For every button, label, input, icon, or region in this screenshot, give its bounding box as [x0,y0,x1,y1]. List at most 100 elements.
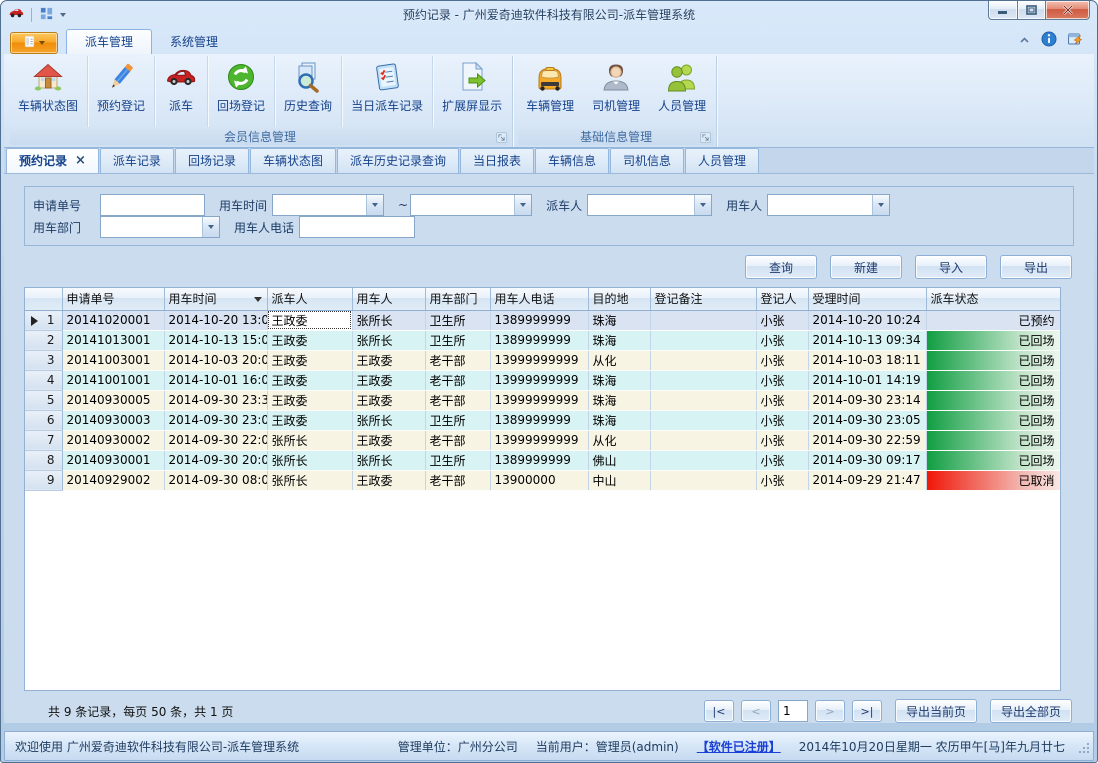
feedback-icon[interactable] [1067,31,1084,50]
ribbon-button-extend-screen[interactable]: 扩展屏显示 [433,56,511,127]
car-user-combo[interactable] [767,194,890,216]
maximize-button[interactable] [1018,1,1046,20]
first-page-button[interactable]: |< [704,700,734,722]
close-button[interactable] [1046,1,1090,20]
cell: 珠海 [588,390,650,410]
table-row[interactable]: 9201409290022014-09-30 08:00张所长王政委老干部139… [25,470,1060,490]
request-no-input[interactable] [100,194,205,216]
ribbon-button-checklist[interactable]: 当日派车记录 [342,56,433,127]
ribbon-button-driver[interactable]: 司机管理 [583,56,649,127]
import-button[interactable]: 导入 [915,255,987,279]
export-all-pages-button[interactable]: 导出全部页 [990,699,1072,723]
query-button[interactable]: 查询 [745,255,817,279]
column-header[interactable]: 用车人电话 [490,288,588,310]
ribbon-button-house[interactable]: 车辆状态图 [9,56,88,127]
chevron-down-icon[interactable] [694,195,711,215]
table-row[interactable]: 1201410200012014-10-20 13:00王政委张所长卫生所138… [25,310,1060,330]
ribbon-button-red-car[interactable]: 派车 [155,56,208,127]
doc-tab[interactable]: 回场记录 [175,148,249,173]
ribbon-tab[interactable]: 派车管理 [66,29,152,54]
doc-tab[interactable]: 车辆信息 [535,148,609,173]
table-row[interactable]: 5201409300052014-09-30 23:30王政委王政委老干部139… [25,390,1060,410]
doc-tab[interactable]: 派车记录 [100,148,174,173]
doc-tab[interactable]: 派车历史记录查询 [337,148,459,173]
ribbon-button-pencil[interactable]: 预约登记 [88,56,155,127]
resize-grip[interactable] [1078,742,1090,757]
use-time-to-combo[interactable] [410,194,532,216]
status-badge: 已取消 [927,471,1060,490]
row-indicator: 7 [25,430,62,450]
ribbon-button-history-search[interactable]: 历史查询 [275,56,342,127]
cell: 张所长 [267,430,352,450]
table-row[interactable]: 3201410030012014-10-03 20:00王政委王政委老干部139… [25,350,1060,370]
cell: 1389999999 [490,310,588,330]
doc-tab[interactable]: 司机信息 [610,148,684,173]
column-header[interactable]: 受理时间 [808,288,926,310]
table-row[interactable]: 6201409300032014-09-30 23:00王政委张所长卫生所138… [25,410,1060,430]
cell: 王政委 [352,470,425,490]
doc-tab-label: 司机信息 [623,152,671,169]
ribbon-button-people[interactable]: 人员管理 [649,56,715,127]
next-page-button[interactable]: > [815,700,845,722]
doc-tab-label: 预约记录 [19,152,67,169]
cell [650,350,756,370]
cell: 1389999999 [490,410,588,430]
new-button[interactable]: 新建 [830,255,902,279]
export-button[interactable]: 导出 [1000,255,1072,279]
chevron-down-icon[interactable] [872,195,889,215]
row-indicator: 6 [25,410,62,430]
table-row[interactable]: 4201410010012014-10-01 16:00王政委王政委老干部139… [25,370,1060,390]
application-menu-button[interactable] [10,32,58,54]
prev-page-button[interactable]: < [741,700,771,722]
doc-tab[interactable]: 当日报表 [460,148,534,173]
table-row[interactable]: 7201409300022014-09-30 22:00张所长王政委老干部139… [25,430,1060,450]
window-title: 预约记录 - 广州爱奇迪软件科技有限公司-派车管理系统 [4,6,1094,23]
department-combo[interactable] [100,216,220,238]
info-icon[interactable] [1041,31,1057,50]
chevron-down-icon[interactable] [202,217,219,237]
column-header[interactable]: 登记人 [756,288,808,310]
sort-arrow-icon[interactable] [254,297,262,302]
user-phone-input[interactable] [299,216,415,238]
column-header[interactable]: 派车状态 [926,288,1060,310]
ribbon-button-recycle[interactable]: 回场登记 [208,56,275,127]
use-time-from-combo[interactable] [272,194,384,216]
doc-tab[interactable]: 车辆状态图 [250,148,336,173]
minimize-button[interactable] [988,1,1018,20]
column-header[interactable]: 用车部门 [425,288,490,310]
close-tab-icon[interactable]: × [75,156,86,166]
doc-tab-label: 人员管理 [698,152,746,169]
column-header[interactable]: 申请单号 [62,288,164,310]
ribbon-button-taxi[interactable]: 车辆管理 [517,56,583,127]
layout-grid-icon[interactable] [39,6,54,24]
column-header[interactable]: 用车时间 [164,288,267,310]
license-registered-link[interactable]: 【软件已注册】 [697,738,781,755]
dispatcher-combo[interactable] [587,194,712,216]
page-number-input[interactable] [778,700,808,722]
dialog-launcher-icon[interactable] [700,132,711,143]
chevron-down-icon[interactable] [514,195,531,215]
cell: 小张 [756,410,808,430]
doc-tab[interactable]: 预约记录 × [6,148,99,173]
filter-label: 用车人电话 [234,219,294,236]
chevron-down-icon[interactable] [366,195,383,215]
last-page-button[interactable]: >| [852,700,882,722]
table-row[interactable]: 8201409300012014-09-30 20:00张所长张所长卫生所138… [25,450,1060,470]
column-header[interactable]: 用车人 [352,288,425,310]
export-current-page-button[interactable]: 导出当前页 [895,699,977,723]
ribbon-tab[interactable]: 系统管理 [152,30,236,54]
cell: 老干部 [425,390,490,410]
dialog-launcher-icon[interactable] [496,132,507,143]
dispatch-status-cell: 已预约 [926,310,1060,330]
dropdown-arrow-icon[interactable] [60,13,66,17]
column-header[interactable]: 目的地 [588,288,650,310]
doc-tab[interactable]: 人员管理 [685,148,759,173]
collapse-ribbon-icon[interactable] [1018,34,1031,48]
table-row[interactable]: 2201410130012014-10-13 15:00王政委张所长卫生所138… [25,330,1060,350]
cell: 张所长 [352,410,425,430]
column-header[interactable]: 派车人 [267,288,352,310]
dispatch-status-cell: 已取消 [926,470,1060,490]
filter-label: 用车部门 [33,219,95,236]
column-header[interactable]: 登记备注 [650,288,756,310]
current-row-arrow-icon [31,316,38,326]
